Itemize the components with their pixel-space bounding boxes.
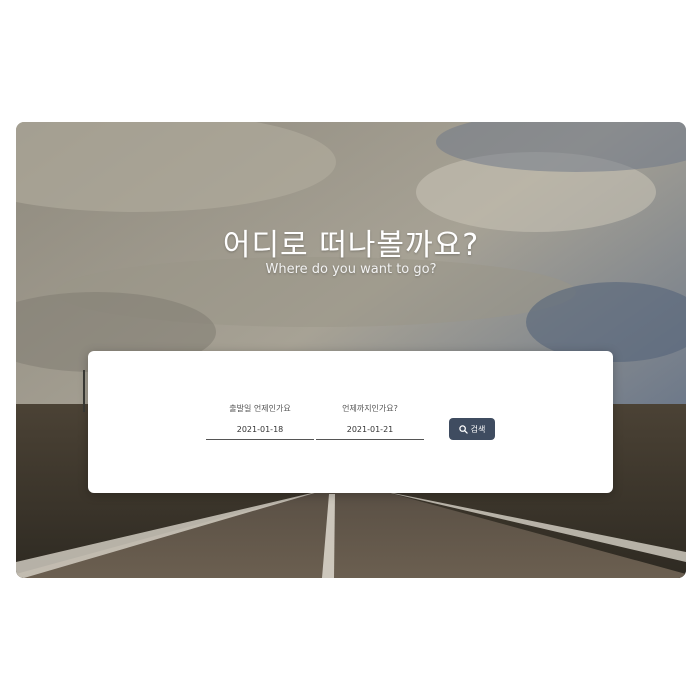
checkout-label: 언제까지인가요? xyxy=(342,404,398,413)
checkin-date-input[interactable] xyxy=(206,423,314,440)
checkout-field: 언제까지인가요? xyxy=(316,403,424,440)
checkout-date-input[interactable] xyxy=(316,423,424,440)
landscape-background-image xyxy=(16,122,686,578)
checkin-label: 출발일 언제인가요 xyxy=(229,404,291,413)
hero-title: 어디로 떠나볼까요? xyxy=(222,228,480,263)
search-icon xyxy=(458,424,468,434)
search-button-label: 검색 xyxy=(470,424,486,434)
checkin-field: 출발일 언제인가요 xyxy=(206,403,314,440)
hero-banner: 어디로 떠나볼까요? Where do you want to go? xyxy=(16,122,686,578)
search-card: 출발일 언제인가요 언제까지인가요? 검색 xyxy=(88,351,613,493)
search-button[interactable]: 검색 xyxy=(449,418,495,440)
hero-subtitle: Where do you want to go? xyxy=(265,262,437,277)
